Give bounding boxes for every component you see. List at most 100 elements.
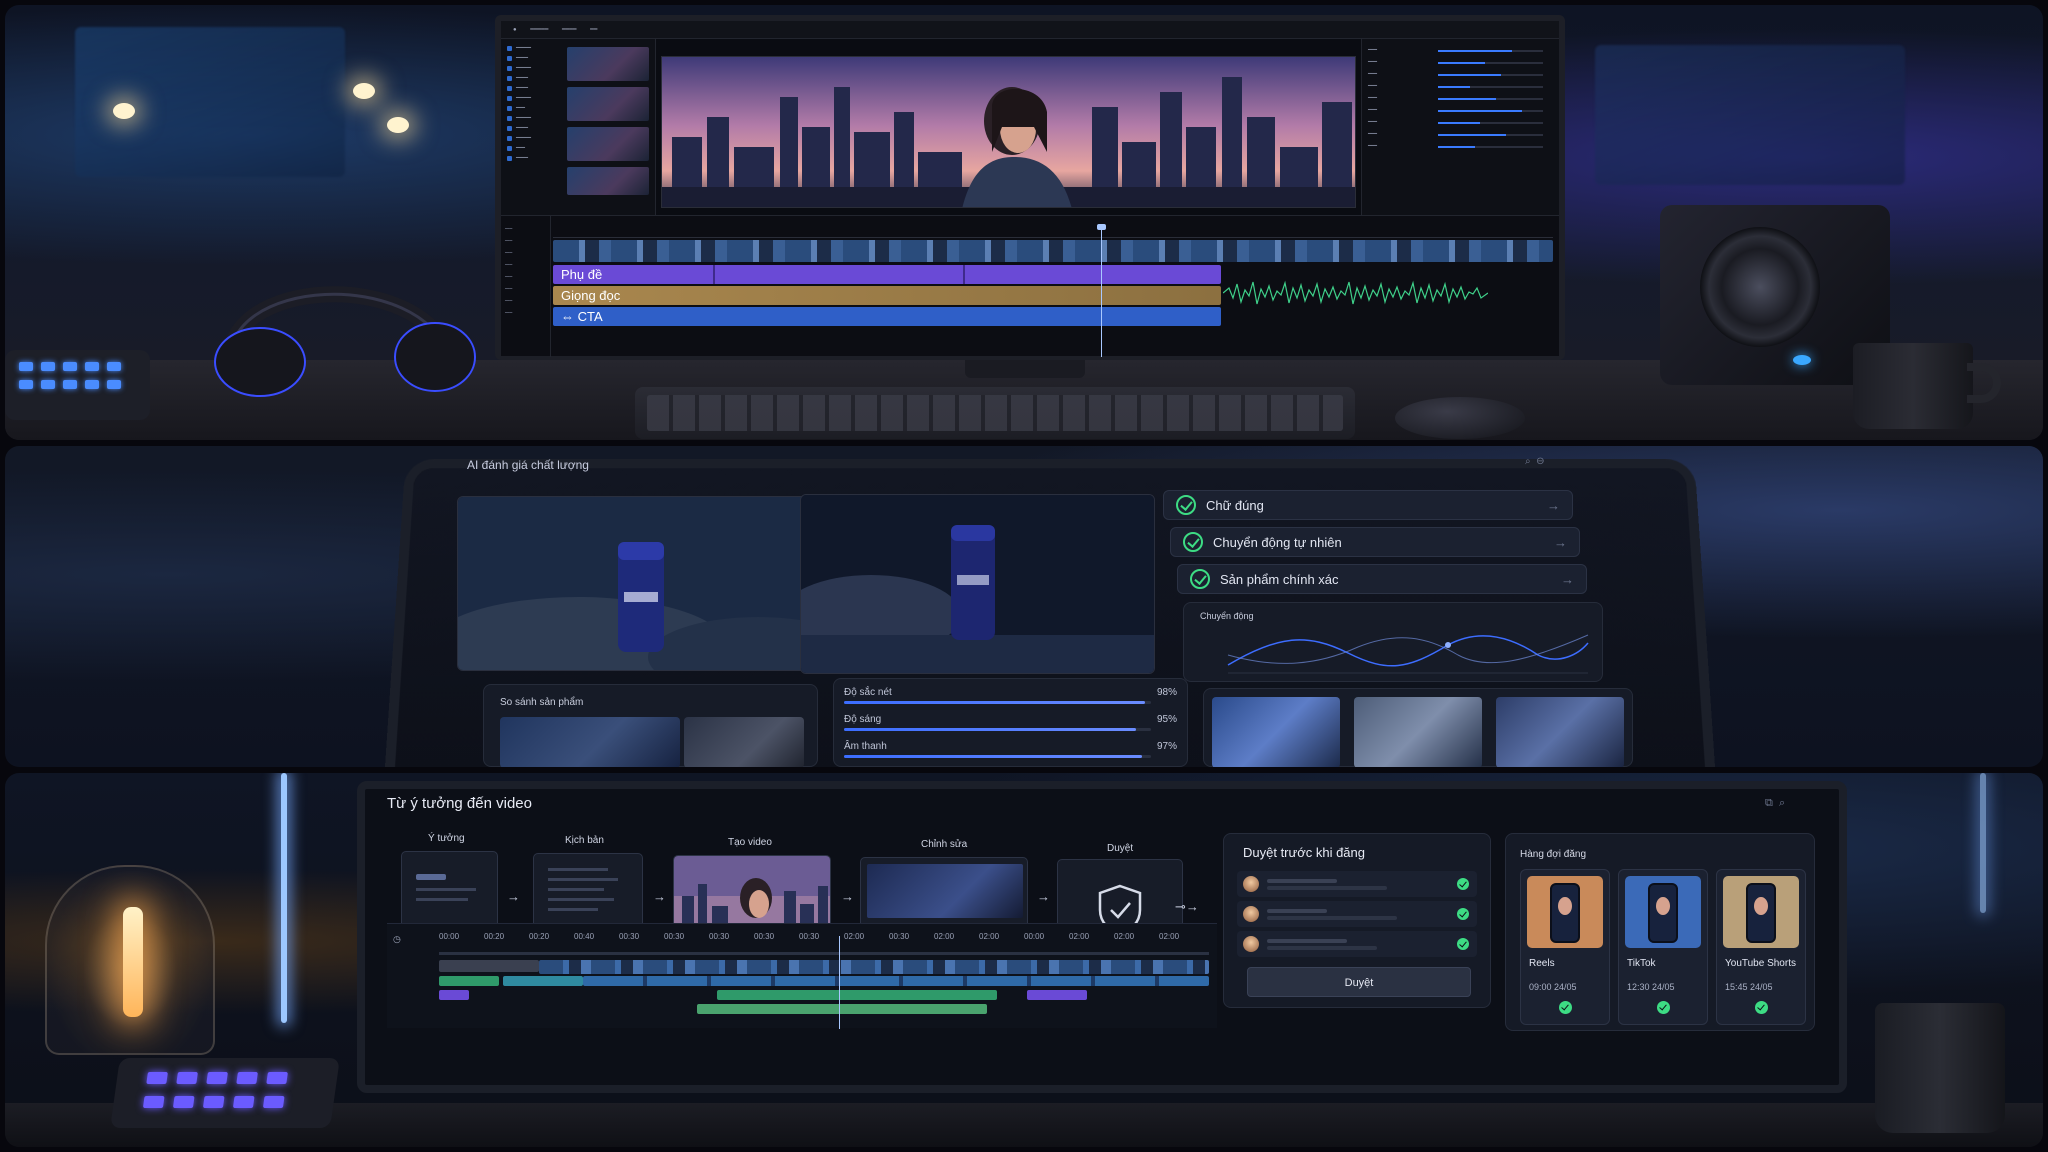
product-image-2[interactable]: [800, 494, 1155, 674]
inspector-row[interactable]: ━━━: [1368, 71, 1553, 79]
quality-scene: AI đánh giá chất lượng ⌕ ⊖ Chữ đúng → Ch…: [5, 446, 2043, 767]
frame-thumbnail[interactable]: [1496, 697, 1624, 767]
playhead[interactable]: [839, 936, 840, 1029]
track-header[interactable]: ━━━: [505, 286, 545, 292]
clip[interactable]: [439, 990, 469, 1000]
menu-item[interactable]: ━━━━: [562, 27, 576, 33]
metric-audio: Âm thanh 97%: [844, 739, 1177, 765]
media-thumbnail[interactable]: [567, 87, 649, 121]
clip-split: [713, 265, 715, 284]
subtitle-clip-label: Phụ đề: [561, 267, 603, 282]
inspector-row[interactable]: ━━━: [1368, 59, 1553, 67]
timeline-ruler[interactable]: 00:00 00:20 00:20 00:40 00:30 00:30 00:3…: [439, 932, 1209, 948]
playhead[interactable]: [1097, 224, 1106, 357]
search-icon[interactable]: ⌕: [1525, 456, 1531, 467]
review-item[interactable]: [1237, 871, 1477, 897]
media-thumbnail[interactable]: [567, 47, 649, 81]
inspector-row[interactable]: ━━━: [1368, 95, 1553, 103]
media-folder[interactable]: ━━━: [507, 105, 565, 112]
audio-waveform[interactable]: [1223, 278, 1488, 308]
inspector-panel: ━━━ ━━━ ━━━ ━━━ ━━━ ━━━ ━━━ ━━━ ━━━: [1361, 39, 1559, 215]
review-item[interactable]: [1237, 931, 1477, 957]
media-folder[interactable]: ━━━━: [507, 85, 565, 92]
minimize-icon[interactable]: ⊖: [1536, 456, 1544, 467]
timeline-ruler[interactable]: [553, 230, 1553, 238]
track-header[interactable]: ━━━: [505, 226, 545, 232]
phone-preview: [1625, 876, 1701, 948]
clip[interactable]: [1027, 990, 1087, 1000]
review-item[interactable]: [1237, 901, 1477, 927]
clip[interactable]: [503, 976, 583, 986]
compare-image-b[interactable]: [684, 717, 804, 767]
video-preview[interactable]: [661, 56, 1356, 208]
track-header[interactable]: ━━━: [505, 238, 545, 244]
media-folder[interactable]: ━━━━━: [507, 115, 565, 122]
subtitle-clip[interactable]: Phụ đề: [553, 265, 1221, 284]
voiceover-clip[interactable]: Giọng đọc: [553, 286, 1221, 305]
inspector-row[interactable]: ━━━: [1368, 107, 1553, 115]
inspector-row[interactable]: ━━━: [1368, 119, 1553, 127]
media-thumbnail[interactable]: [567, 167, 649, 195]
check-item[interactable]: Chữ đúng →: [1163, 490, 1573, 520]
clip[interactable]: [717, 990, 997, 1000]
background-screen: [1595, 45, 1905, 185]
stream-deck: [5, 350, 150, 420]
media-folder[interactable]: ━━━━: [507, 55, 565, 62]
expand-icon[interactable]: ⧉: [1765, 797, 1773, 809]
menu-dot[interactable]: ●: [513, 27, 517, 33]
video-track-clips[interactable]: [553, 240, 1553, 262]
queue-item-reels[interactable]: Reels 09:00 24/05: [1520, 869, 1610, 1025]
video-track-clips[interactable]: [539, 960, 1209, 974]
inspector-row[interactable]: ━━━: [1368, 143, 1553, 151]
clip[interactable]: [439, 960, 539, 972]
media-folder[interactable]: ━━━━: [507, 125, 565, 132]
track-header[interactable]: ━━━: [505, 250, 545, 256]
phone-preview: [1527, 876, 1603, 948]
media-folder[interactable]: ━━━━: [507, 75, 565, 82]
ruler-tick: 00:40: [574, 932, 595, 941]
check-icon: [1657, 1001, 1670, 1014]
search-icon[interactable]: ⌕: [1779, 797, 1785, 809]
inspector-row[interactable]: ━━━: [1368, 131, 1553, 139]
check-item[interactable]: Sản phẩm chính xác →: [1177, 564, 1587, 594]
media-thumbnail[interactable]: [567, 127, 649, 161]
media-browser: ━━━━━ ━━━━ ━━━━━ ━━━━ ━━━━ ━━━━━ ━━━ ━━━…: [501, 39, 656, 215]
queue-item-youtube-shorts[interactable]: YouTube Shorts 15:45 24/05: [1716, 869, 1806, 1025]
ruler-tick: 02:00: [934, 932, 955, 941]
frame-thumbnail[interactable]: [1354, 697, 1482, 767]
approve-button[interactable]: Duyệt: [1247, 967, 1471, 997]
media-folder[interactable]: ━━━━━: [507, 45, 565, 52]
track-header[interactable]: ━━━: [505, 298, 545, 304]
track-header[interactable]: ━━━: [505, 262, 545, 268]
metric-bar: [844, 755, 1142, 758]
inspector-row[interactable]: ━━━: [1368, 47, 1553, 55]
keyboard: [635, 387, 1355, 439]
menu-item[interactable]: ━━━━━: [530, 27, 548, 33]
arrow-right-icon: →: [1037, 889, 1050, 904]
media-folder[interactable]: ━━━━━: [507, 95, 565, 102]
check-icon: [1457, 878, 1469, 890]
product-image-1[interactable]: [457, 496, 812, 671]
track-header[interactable]: ━━━: [505, 310, 545, 316]
media-folder[interactable]: ━━━━━: [507, 65, 565, 72]
ruler-tick: 00:30: [799, 932, 820, 941]
compare-image-a[interactable]: [500, 717, 680, 767]
menu-item[interactable]: ━━: [590, 27, 597, 33]
clip[interactable]: [439, 976, 499, 986]
media-folder[interactable]: ━━━━━: [507, 135, 565, 142]
metric-brightness: Độ sáng 95%: [844, 712, 1177, 738]
inspector-row[interactable]: ━━━: [1368, 83, 1553, 91]
queue-item-tiktok[interactable]: TikTok 12:30 24/05: [1618, 869, 1708, 1025]
track-header[interactable]: ━━━: [505, 274, 545, 280]
link-icon: ⇔: [561, 309, 574, 324]
check-icon: [1457, 938, 1469, 950]
clip[interactable]: [697, 1004, 987, 1014]
metric-bar: [844, 728, 1136, 731]
media-folder[interactable]: ━━━━: [507, 155, 565, 162]
cta-clip[interactable]: ⇔ CTA: [553, 307, 1221, 326]
frame-thumbnail[interactable]: [1212, 697, 1340, 767]
media-folder[interactable]: ━━━: [507, 145, 565, 152]
audio-track-clips[interactable]: [583, 976, 1209, 986]
check-item[interactable]: Chuyển động tự nhiên →: [1170, 527, 1580, 557]
editor-menubar: ● ━━━━━ ━━━━ ━━: [501, 21, 1559, 39]
